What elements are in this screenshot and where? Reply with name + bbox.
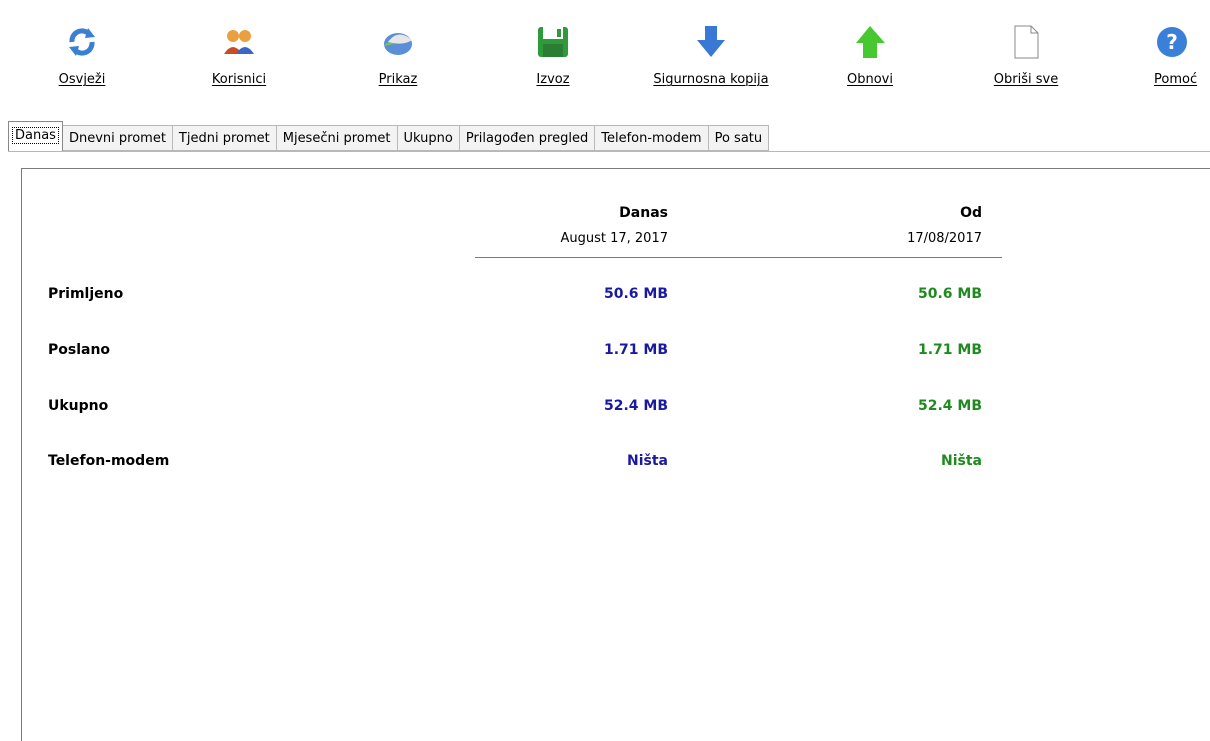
tab-tjedni-promet[interactable]: Tjedni promet bbox=[173, 125, 277, 151]
users-button[interactable]: Korisnici bbox=[204, 22, 274, 102]
delete-all-button[interactable]: Obriši sve bbox=[984, 22, 1068, 102]
arrow-up-icon bbox=[850, 22, 890, 62]
restore-button[interactable]: Obnovi bbox=[838, 22, 902, 102]
users-label: Korisnici bbox=[212, 72, 266, 87]
tab-divider bbox=[8, 151, 1210, 152]
tab-danas[interactable]: Danas bbox=[8, 121, 63, 151]
tab-mjesecni-promet[interactable]: Mjesečni promet bbox=[277, 125, 398, 151]
export-button[interactable]: Izvoz bbox=[528, 22, 578, 102]
row-label-primljeno: Primljeno bbox=[48, 286, 123, 302]
column-header-danas: Danas bbox=[468, 205, 668, 221]
save-icon bbox=[533, 22, 573, 62]
refresh-button[interactable]: Osvježi bbox=[52, 22, 112, 102]
tab-prilagoden-pregled[interactable]: Prilagođen pregled bbox=[460, 125, 595, 151]
value-ukupno-danas: 52.4 MB bbox=[468, 398, 668, 414]
tab-telefon-modem[interactable]: Telefon-modem bbox=[595, 125, 708, 151]
column-subtitle-danas: August 17, 2017 bbox=[468, 231, 668, 246]
svg-text:?: ? bbox=[1166, 30, 1178, 54]
tab-ukupno[interactable]: Ukupno bbox=[398, 125, 460, 151]
restore-label: Obnovi bbox=[847, 72, 893, 87]
export-label: Izvoz bbox=[536, 72, 569, 87]
value-poslano-danas: 1.71 MB bbox=[468, 342, 668, 358]
tab-dnevni-promet[interactable]: Dnevni promet bbox=[63, 125, 173, 151]
tab-po-satu[interactable]: Po satu bbox=[709, 125, 770, 151]
row-label-ukupno: Ukupno bbox=[48, 398, 108, 414]
view-button[interactable]: Prikaz bbox=[370, 22, 426, 102]
header-divider bbox=[475, 257, 1002, 258]
arrow-down-icon bbox=[691, 22, 731, 62]
column-subtitle-od: 17/08/2017 bbox=[782, 231, 982, 246]
toolbar: Osvježi Korisnici Prikaz Izvoz Sigurnosn… bbox=[0, 0, 1210, 118]
row-label-telefon-modem: Telefon-modem bbox=[48, 453, 169, 469]
tab-bar: Danas Dnevni promet Tjedni promet Mjeseč… bbox=[8, 121, 769, 151]
view-icon bbox=[378, 22, 418, 62]
value-telefon-modem-od: Ništa bbox=[782, 453, 982, 469]
column-header-od: Od bbox=[782, 205, 982, 221]
help-icon: ? bbox=[1152, 22, 1192, 62]
value-primljeno-danas: 50.6 MB bbox=[468, 286, 668, 302]
users-icon bbox=[219, 22, 259, 62]
help-button[interactable]: ? Pomoć bbox=[1150, 22, 1210, 102]
view-label: Prikaz bbox=[379, 72, 418, 87]
value-ukupno-od: 52.4 MB bbox=[782, 398, 982, 414]
value-poslano-od: 1.71 MB bbox=[782, 342, 982, 358]
value-telefon-modem-danas: Ništa bbox=[468, 453, 668, 469]
blank-page-icon bbox=[1006, 22, 1046, 62]
refresh-label: Osvježi bbox=[59, 72, 106, 87]
delete-all-label: Obriši sve bbox=[994, 72, 1058, 87]
refresh-icon bbox=[62, 22, 102, 62]
backup-label: Sigurnosna kopija bbox=[653, 72, 768, 87]
help-label: Pomoć bbox=[1154, 72, 1197, 87]
backup-button[interactable]: Sigurnosna kopija bbox=[636, 22, 786, 102]
row-label-poslano: Poslano bbox=[48, 342, 110, 358]
value-primljeno-od: 50.6 MB bbox=[782, 286, 982, 302]
